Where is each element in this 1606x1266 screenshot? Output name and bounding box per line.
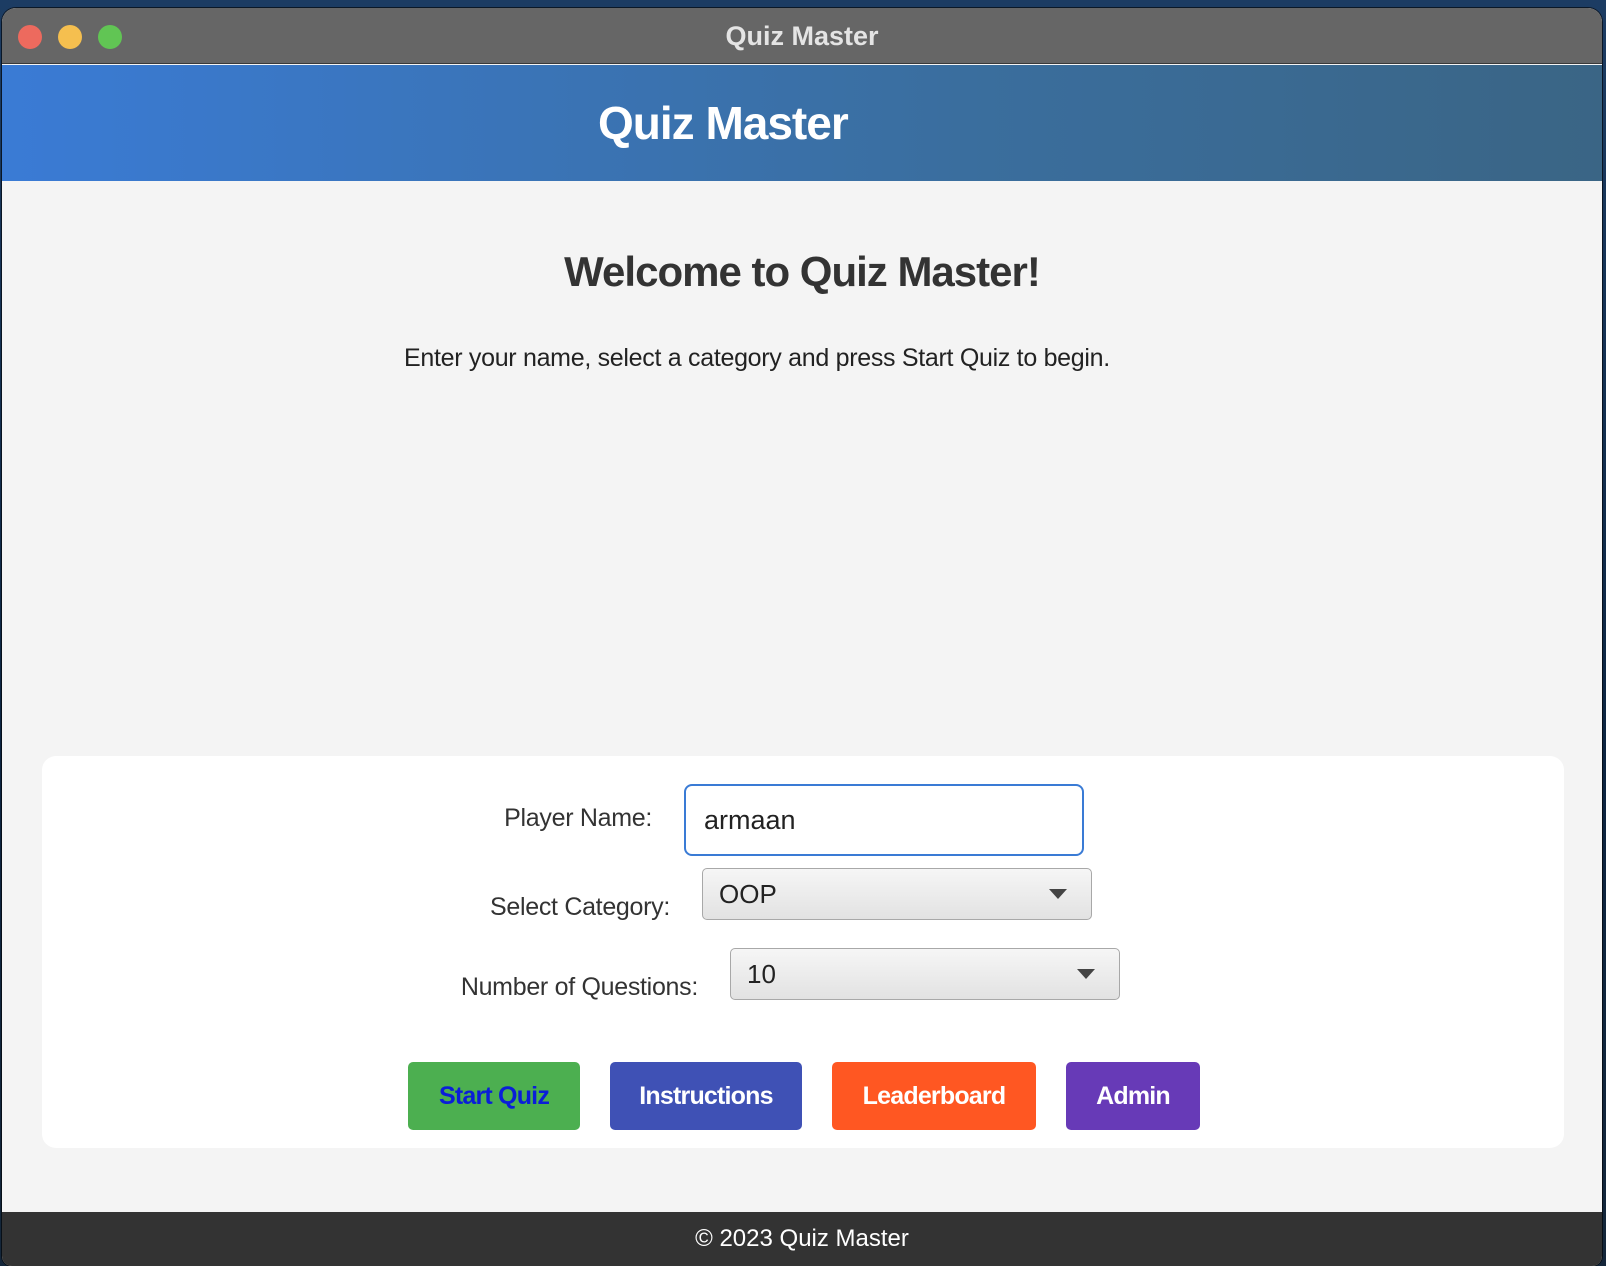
footer: © 2023 Quiz Master	[2, 1212, 1602, 1266]
category-label: Select Category:	[489, 893, 670, 921]
start-quiz-button[interactable]: Start Quiz	[408, 1062, 580, 1130]
quiz-setup-card: Player Name: Select Category: OOP Number…	[42, 756, 1564, 1148]
player-name-input[interactable]	[684, 784, 1084, 856]
questions-select[interactable]: 10	[730, 948, 1120, 1000]
category-select-value: OOP	[719, 879, 777, 909]
header-title: Quiz Master	[598, 97, 849, 149]
leaderboard-button[interactable]: Leaderboard	[832, 1062, 1036, 1130]
welcome-subtitle: Enter your name, select a category and p…	[404, 344, 1110, 372]
app-window: Quiz Master Quiz Master Welcome to Quiz …	[2, 8, 1602, 1266]
category-select[interactable]: OOP	[702, 868, 1092, 920]
admin-button[interactable]: Admin	[1066, 1062, 1200, 1130]
app-header: Quiz Master	[2, 65, 1602, 181]
window-title: Quiz Master	[725, 21, 879, 51]
welcome-heading: Welcome to Quiz Master!	[564, 248, 1041, 295]
questions-label: Number of Questions:	[460, 973, 698, 1001]
chevron-down-icon	[1077, 969, 1095, 979]
instructions-button[interactable]: Instructions	[610, 1062, 802, 1130]
chevron-down-icon	[1049, 889, 1067, 899]
questions-select-value: 10	[747, 959, 776, 989]
title-bar: Quiz Master	[2, 8, 1602, 64]
player-name-label: Player Name:	[504, 804, 652, 832]
